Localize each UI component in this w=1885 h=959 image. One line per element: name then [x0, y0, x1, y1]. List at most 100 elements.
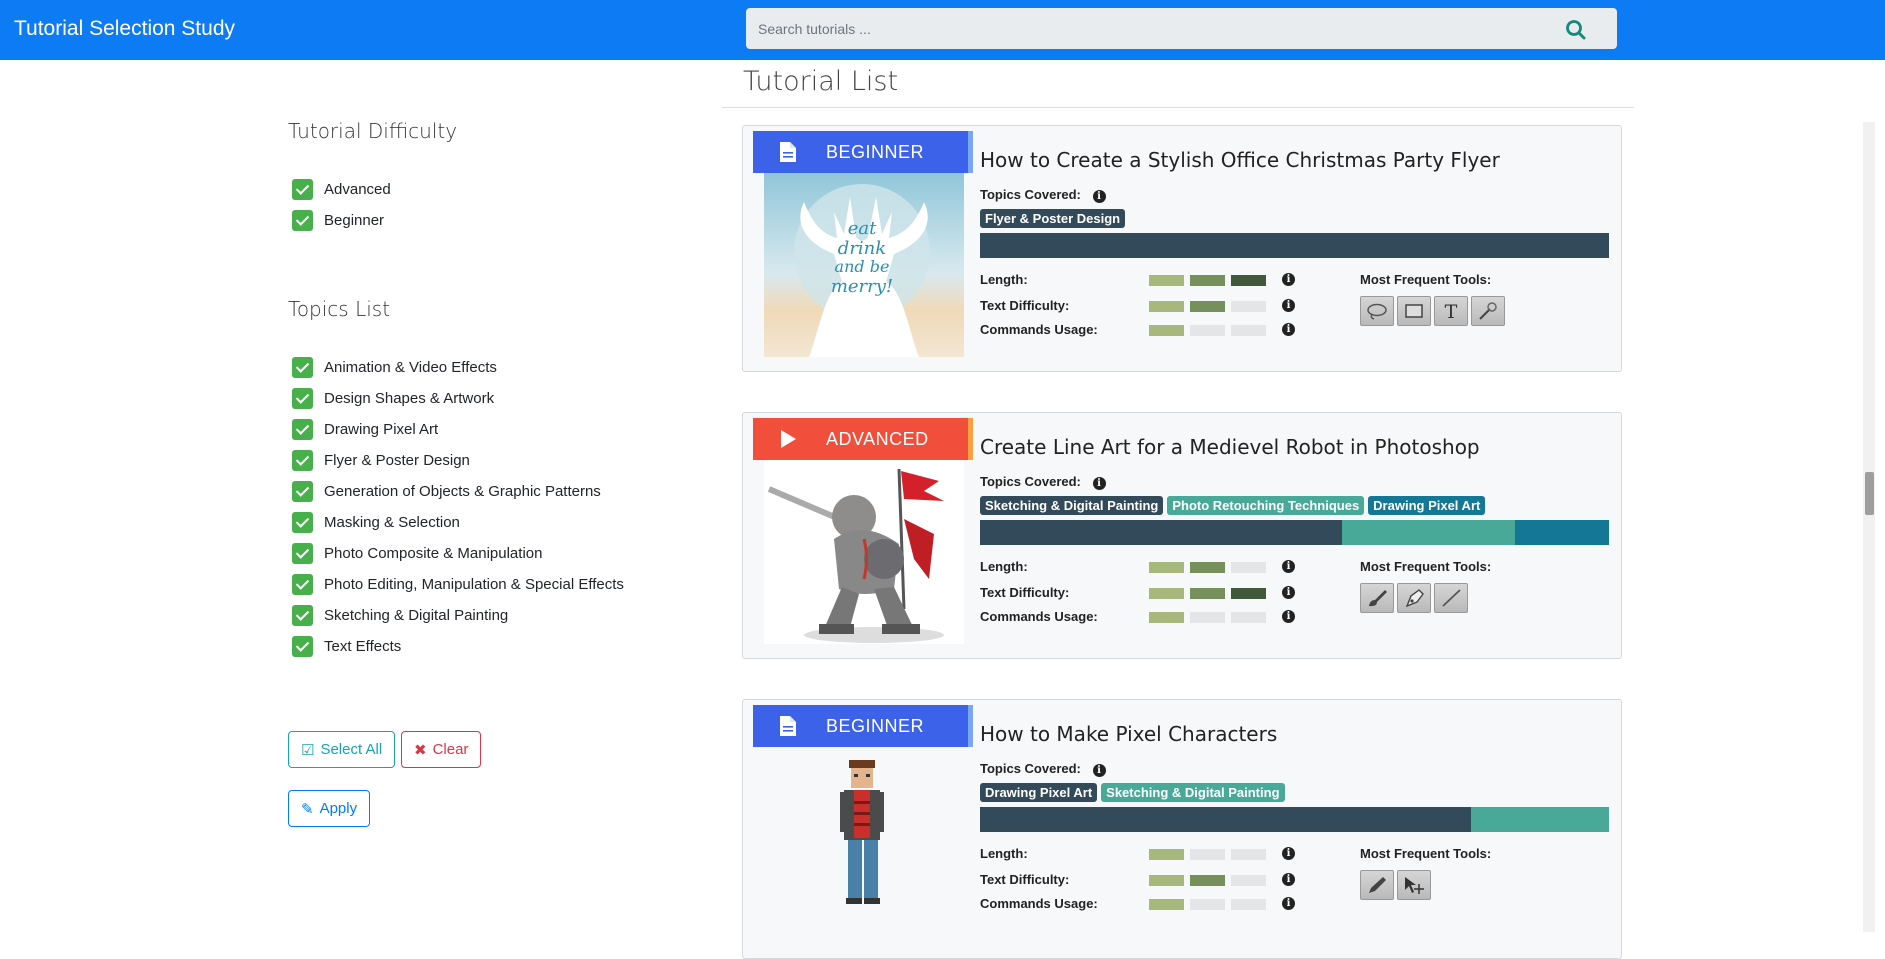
rectangle-tool-icon[interactable] — [1397, 296, 1431, 326]
topic-checkbox[interactable]: Photo Editing, Manipulation & Special Ef… — [292, 572, 624, 596]
checkbox-checked-icon[interactable] — [292, 178, 313, 200]
topic-tag: Drawing Pixel Art — [980, 783, 1098, 802]
topic-checkbox[interactable]: Masking & Selection — [292, 510, 460, 534]
length-label: Length: — [980, 559, 1028, 574]
tutorial-card[interactable]: BEGINNER How to Make Pixel Characters To… — [742, 699, 1622, 959]
search-box — [746, 8, 1617, 49]
brush-tool-icon[interactable] — [1360, 583, 1394, 613]
checkbox-checked-icon[interactable] — [292, 356, 313, 378]
pencil-tool-icon[interactable] — [1360, 870, 1394, 900]
tools-list: T — [1360, 296, 1505, 326]
text-difficulty-label: Text Difficulty: — [980, 298, 1070, 313]
info-icon[interactable]: i — [1282, 847, 1295, 860]
level-segment — [1231, 849, 1266, 860]
tutorial-thumbnail[interactable]: eat drink and be merry! — [764, 172, 964, 357]
level-segment — [1190, 612, 1225, 623]
checkbox-label: Advanced — [324, 180, 391, 198]
type-tool-icon[interactable]: T — [1434, 296, 1468, 326]
topic-checkbox[interactable]: Design Shapes & Artwork — [292, 386, 494, 410]
info-icon[interactable]: i — [1092, 477, 1106, 490]
check-square-icon: ☑ — [301, 741, 315, 759]
difficulty-beginner-checkbox[interactable]: Beginner — [292, 208, 384, 232]
most-frequent-tools-label: Most Frequent Tools: — [1360, 272, 1492, 287]
checkbox-checked-icon[interactable] — [292, 511, 313, 533]
length-label: Length: — [980, 272, 1028, 287]
info-icon[interactable]: i — [1282, 586, 1295, 599]
close-icon: ✖ — [414, 741, 427, 759]
info-icon[interactable]: i — [1092, 190, 1106, 203]
level-segment — [1231, 301, 1266, 312]
topic-checkbox[interactable]: Sketching & Digital Painting — [292, 603, 508, 627]
checkbox-label: Flyer & Poster Design — [324, 451, 470, 469]
tutorial-title[interactable]: Create Line Art for a Medievel Robot in … — [980, 435, 1480, 459]
info-icon[interactable]: i — [1282, 897, 1295, 910]
info-icon[interactable]: i — [1282, 299, 1295, 312]
most-frequent-tools-label: Most Frequent Tools: — [1360, 846, 1492, 861]
heading-divider — [722, 107, 1634, 108]
topic-checkbox[interactable]: Animation & Video Effects — [292, 355, 497, 379]
info-icon[interactable]: i — [1092, 764, 1106, 777]
apply-button[interactable]: ✎ Apply — [288, 790, 371, 827]
tutorial-thumbnail[interactable] — [764, 459, 964, 644]
checkbox-label: Generation of Objects & Graphic Patterns — [324, 482, 601, 500]
topic-checkbox[interactable]: Text Effects — [292, 634, 401, 658]
magic-wand-icon[interactable] — [1471, 296, 1505, 326]
info-icon[interactable]: i — [1282, 873, 1295, 886]
search-input[interactable] — [746, 8, 1566, 49]
tutorial-card[interactable]: ADVANCED Create Line Art for a Medievel … — [742, 412, 1622, 659]
level-segment — [1149, 325, 1184, 336]
lasso-tool-icon[interactable] — [1360, 296, 1394, 326]
most-frequent-tools-label: Most Frequent Tools: — [1360, 559, 1492, 574]
clear-button[interactable]: ✖ Clear — [401, 731, 482, 768]
select-all-button[interactable]: ☑ Select All — [288, 731, 396, 768]
info-icon[interactable]: i — [1282, 610, 1295, 623]
tutorial-title[interactable]: How to Make Pixel Characters — [980, 722, 1277, 746]
checkbox-checked-icon[interactable] — [292, 387, 313, 409]
pen-tool-icon[interactable] — [1397, 583, 1431, 613]
svg-text:merry!: merry! — [831, 276, 893, 297]
app-title[interactable]: Tutorial Selection Study — [14, 17, 235, 41]
topic-tag: Sketching & Digital Painting — [1101, 783, 1285, 802]
difficulty-advanced-checkbox[interactable]: Advanced — [292, 177, 391, 201]
level-segment — [1190, 562, 1225, 573]
play-icon — [753, 429, 823, 449]
tutorial-thumbnail[interactable] — [764, 746, 964, 931]
info-icon[interactable]: i — [1282, 560, 1295, 573]
info-icon[interactable]: i — [1282, 323, 1295, 336]
level-segment — [1231, 562, 1266, 573]
line-tool-icon[interactable] — [1434, 583, 1468, 613]
level-segment — [1231, 325, 1266, 336]
checkbox-checked-icon[interactable] — [292, 604, 313, 626]
checkbox-checked-icon[interactable] — [292, 542, 313, 564]
svg-text:eat: eat — [848, 218, 877, 239]
topic-bar-segment — [1341, 520, 1515, 545]
topic-bar-segment — [1470, 807, 1609, 832]
topic-checkbox[interactable]: Photo Composite & Manipulation — [292, 541, 542, 565]
move-tool-icon[interactable] — [1397, 870, 1431, 900]
search-icon[interactable] — [1565, 19, 1587, 41]
checkbox-checked-icon[interactable] — [292, 449, 313, 471]
tutorial-card[interactable]: eat drink and be merry! BEGINNER How to … — [742, 125, 1622, 372]
topic-tags: Flyer & Poster Design — [980, 209, 1126, 228]
difficulty-label: ADVANCED — [826, 428, 929, 449]
topic-checkbox[interactable]: Drawing Pixel Art — [292, 417, 438, 441]
info-icon[interactable]: i — [1282, 273, 1295, 286]
checkbox-checked-icon[interactable] — [292, 209, 313, 231]
commands-usage-label: Commands Usage: — [980, 896, 1098, 911]
checkbox-label: Sketching & Digital Painting — [324, 606, 509, 624]
topic-checkbox[interactable]: Generation of Objects & Graphic Patterns — [292, 479, 601, 503]
level-segment — [1231, 275, 1266, 286]
commands-usage-metric: Commands Usage: i — [980, 322, 1300, 338]
topic-checkbox[interactable]: Flyer & Poster Design — [292, 448, 470, 472]
level-segment — [1190, 301, 1225, 312]
tutorial-title[interactable]: How to Create a Stylish Office Christmas… — [980, 148, 1500, 172]
topic-tag: Sketching & Digital Painting — [980, 496, 1164, 515]
topic-distribution-bar — [980, 520, 1609, 545]
checkbox-checked-icon[interactable] — [292, 418, 313, 440]
checkbox-checked-icon[interactable] — [292, 573, 313, 595]
checkbox-checked-icon[interactable] — [292, 635, 313, 657]
commands-usage-label: Commands Usage: — [980, 609, 1098, 624]
page-scrollbar-track[interactable] — [1863, 122, 1875, 932]
checkbox-checked-icon[interactable] — [292, 480, 313, 502]
page-scrollbar-thumb[interactable] — [1865, 472, 1874, 515]
